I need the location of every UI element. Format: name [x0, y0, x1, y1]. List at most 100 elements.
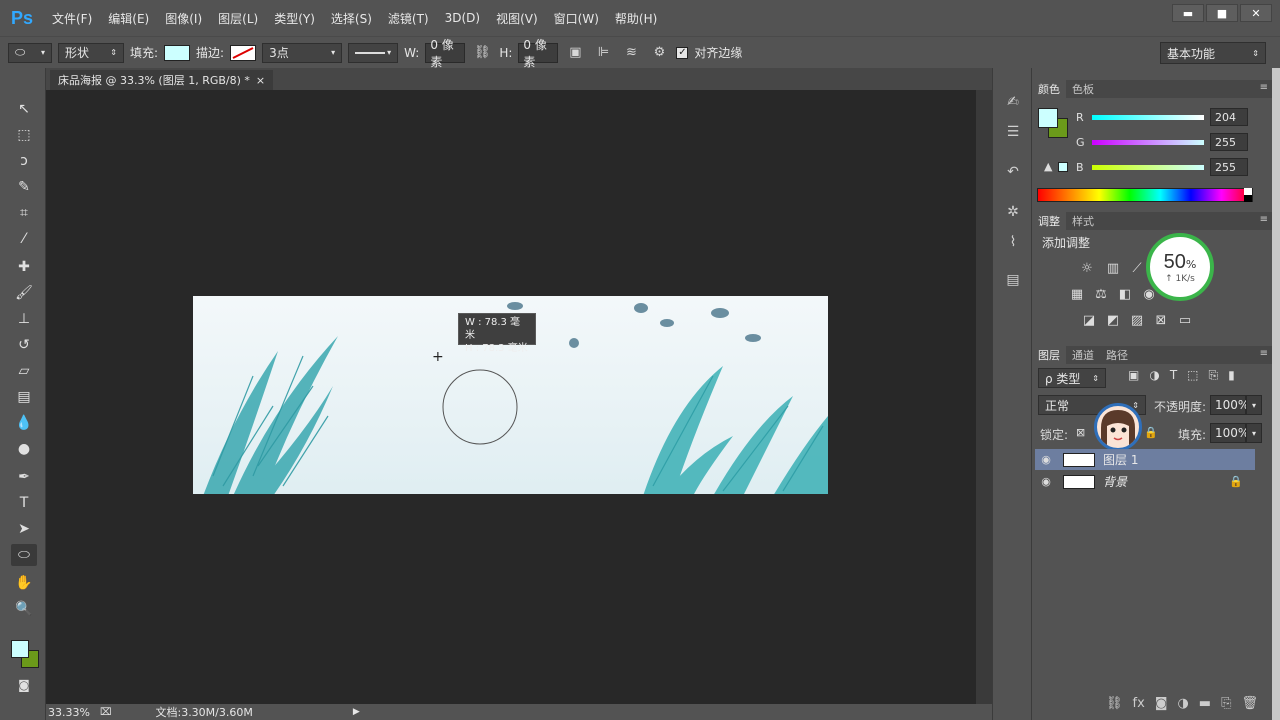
- gamut-warning-icon[interactable]: ▲: [1044, 160, 1052, 173]
- menu-filter[interactable]: 滤镜(T): [380, 10, 437, 27]
- menu-view[interactable]: 视图(V): [488, 10, 546, 27]
- threshold-icon[interactable]: ▨: [1128, 312, 1146, 328]
- red-track[interactable]: [1092, 114, 1204, 120]
- filter-shape-icon[interactable]: ⬚: [1187, 368, 1198, 383]
- stroke-size-select[interactable]: 3点 ▾: [262, 42, 343, 63]
- share-icon[interactable]: ⌧: [100, 707, 112, 718]
- menu-layer[interactable]: 图层(L): [210, 10, 266, 27]
- brush-presets-icon[interactable]: ⌇: [1001, 230, 1025, 254]
- tab-styles[interactable]: 样式: [1066, 212, 1100, 230]
- clone-stamp-tool-icon[interactable]: ⊥: [11, 308, 37, 330]
- fill-swatch[interactable]: [164, 44, 191, 61]
- healing-brush-tool-icon[interactable]: ✚: [11, 256, 37, 278]
- levels-icon[interactable]: ▥: [1104, 260, 1122, 276]
- tool-preset-picker[interactable]: ⬭ ▾: [8, 42, 52, 63]
- trash-icon[interactable]: 🗑: [1241, 696, 1258, 711]
- eraser-tool-icon[interactable]: ▱: [11, 360, 37, 382]
- move-tool-icon[interactable]: ↖: [11, 98, 37, 120]
- quick-mask-icon[interactable]: ◙: [11, 674, 37, 696]
- blue-track[interactable]: [1092, 164, 1204, 170]
- eyedropper-tool-icon[interactable]: ⁄: [11, 228, 37, 250]
- gradient-map-icon[interactable]: ▭: [1176, 312, 1194, 328]
- color-panel-foreground[interactable]: [1038, 108, 1058, 128]
- posterize-icon[interactable]: ◩: [1104, 312, 1122, 328]
- visibility-eye-icon[interactable]: ◉: [1035, 453, 1057, 466]
- document-tab[interactable]: 床品海报 @ 33.3% (图层 1, RGB/8) * ×: [50, 70, 274, 90]
- menu-image[interactable]: 图像(I): [157, 10, 210, 27]
- red-slider[interactable]: R 204: [1076, 108, 1272, 126]
- stroke-swatch[interactable]: [230, 44, 257, 61]
- visibility-eye-icon[interactable]: ◉: [1035, 475, 1057, 488]
- close-button[interactable]: ✕: [1240, 4, 1272, 22]
- width-input[interactable]: 0 像素: [425, 38, 466, 69]
- history-brush-tool-icon[interactable]: ↺: [11, 334, 37, 356]
- close-tab-icon[interactable]: ×: [256, 74, 265, 87]
- layer-row-layer1[interactable]: ◉ 图层 1: [1035, 449, 1255, 470]
- link-layers-icon[interactable]: ⛓: [1106, 696, 1123, 711]
- gradient-tool-icon[interactable]: ▤: [11, 386, 37, 408]
- height-input[interactable]: 0 像素: [518, 38, 559, 69]
- menu-3d[interactable]: 3D(D): [437, 11, 488, 25]
- color-spectrum[interactable]: [1037, 188, 1253, 202]
- filter-toggle-icon[interactable]: ▮: [1228, 368, 1235, 383]
- brightness-icon[interactable]: ☼: [1078, 260, 1096, 276]
- filter-type-icon[interactable]: T: [1170, 368, 1177, 383]
- menu-window[interactable]: 窗口(W): [546, 10, 607, 27]
- color-balance-icon[interactable]: ⚖: [1092, 286, 1110, 302]
- add-mask-icon[interactable]: ◙: [1155, 696, 1168, 711]
- curves-icon[interactable]: ⟋: [1128, 260, 1146, 276]
- tab-swatches[interactable]: 色板: [1066, 80, 1100, 98]
- selective-color-icon[interactable]: ⊠: [1152, 312, 1170, 328]
- workspace-select[interactable]: 基本功能 ⇕: [1160, 42, 1266, 64]
- dodge-tool-icon[interactable]: ●: [11, 438, 37, 460]
- path-arrangement-icon[interactable]: ≋: [620, 43, 642, 63]
- panel-menu-icon[interactable]: ≡: [1260, 348, 1268, 359]
- invert-icon[interactable]: ◪: [1080, 312, 1098, 328]
- black-white-swatch[interactable]: [1244, 188, 1252, 202]
- path-operations-icon[interactable]: ▣: [564, 43, 586, 63]
- gear-icon[interactable]: ⚙: [648, 43, 670, 63]
- path-alignment-icon[interactable]: ⊫: [592, 43, 614, 63]
- lock-all-icon[interactable]: 🔒: [1144, 426, 1158, 439]
- brush-settings-icon[interactable]: ✲: [1001, 200, 1025, 224]
- type-tool-icon[interactable]: T: [11, 492, 37, 514]
- zoom-tool-icon[interactable]: 🔍: [11, 598, 37, 620]
- menu-select[interactable]: 选择(S): [323, 10, 380, 27]
- menu-help[interactable]: 帮助(H): [607, 10, 665, 27]
- crop-tool-icon[interactable]: ⌗: [11, 202, 37, 224]
- maximize-button[interactable]: ■: [1206, 4, 1238, 22]
- history-icon[interactable]: ✍: [1001, 90, 1025, 114]
- fill-dropdown-icon[interactable]: ▾: [1246, 423, 1262, 443]
- opacity-input[interactable]: 100%: [1210, 395, 1249, 415]
- ellipse-tool-icon[interactable]: ⬭: [11, 544, 37, 566]
- panel-menu-icon[interactable]: ≡: [1260, 214, 1268, 225]
- link-icon[interactable]: ⛓: [471, 43, 493, 63]
- green-slider[interactable]: G 255: [1076, 133, 1272, 151]
- tab-channels[interactable]: 通道: [1066, 346, 1100, 364]
- tab-color[interactable]: 颜色: [1032, 80, 1066, 98]
- quick-select-tool-icon[interactable]: ✎: [11, 176, 37, 198]
- filter-adjust-icon[interactable]: ◑: [1149, 368, 1159, 383]
- hand-tool-icon[interactable]: ✋: [11, 572, 37, 594]
- canvas-area[interactable]: + W : 78.3 毫米 H : 78.3 毫米: [46, 90, 976, 704]
- black-white-icon[interactable]: ◧: [1116, 286, 1134, 302]
- character-icon[interactable]: ▤: [1001, 268, 1025, 292]
- panel-menu-icon[interactable]: ≡: [1260, 82, 1268, 93]
- red-value[interactable]: 204: [1210, 108, 1248, 126]
- web-color-swatch[interactable]: [1058, 162, 1068, 172]
- stroke-type-select[interactable]: ▾: [348, 42, 399, 63]
- mode-select[interactable]: 形状 ⇕: [58, 42, 124, 63]
- lock-transparent-icon[interactable]: ⊠: [1076, 426, 1085, 439]
- new-adjustment-icon[interactable]: ◑: [1177, 696, 1188, 711]
- zoom-level[interactable]: 33.33%: [48, 706, 90, 719]
- pen-tool-icon[interactable]: ✒: [11, 466, 37, 488]
- vibrance-icon[interactable]: ▦: [1068, 286, 1086, 302]
- properties-icon[interactable]: ☰: [1001, 120, 1025, 144]
- green-track[interactable]: [1092, 139, 1204, 145]
- blur-tool-icon[interactable]: 💧: [11, 412, 37, 434]
- fx-icon[interactable]: fx: [1133, 696, 1145, 711]
- new-layer-icon[interactable]: ⎘: [1221, 696, 1231, 711]
- green-value[interactable]: 255: [1210, 133, 1248, 151]
- layer-filter-select[interactable]: ρ 类型 ⇕: [1038, 368, 1106, 388]
- layer-name[interactable]: 图层 1: [1103, 451, 1138, 468]
